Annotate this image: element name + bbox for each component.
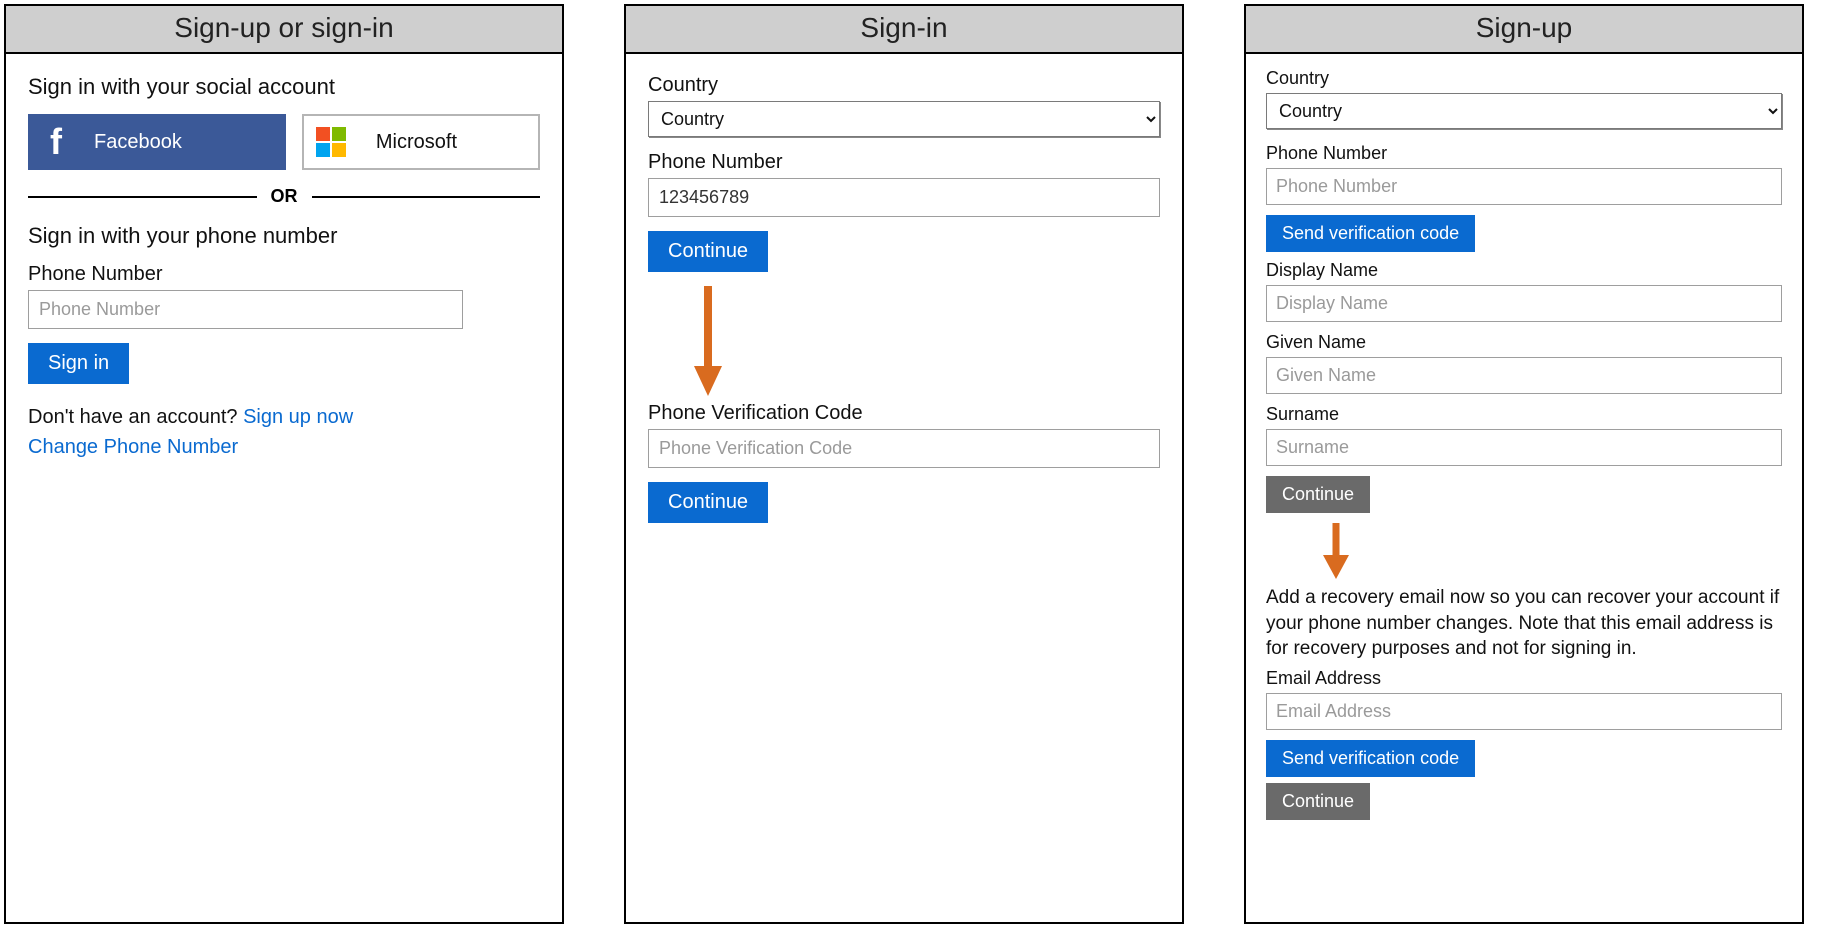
phone-signin-heading: Sign in with your phone number xyxy=(28,223,540,249)
panel-signin: Sign-in Country Country Phone Number Con… xyxy=(624,4,1184,924)
social-signin-heading: Sign in with your social account xyxy=(28,74,540,100)
verification-code-input[interactable] xyxy=(648,429,1160,468)
surname-input[interactable] xyxy=(1266,429,1782,466)
country-label: Country xyxy=(648,74,1160,97)
flow-arrow-icon xyxy=(1316,523,1356,579)
or-label: OR xyxy=(257,186,312,207)
verification-code-label: Phone Verification Code xyxy=(648,402,1160,425)
email-input[interactable] xyxy=(1266,693,1782,730)
microsoft-icon xyxy=(316,127,346,157)
flow-arrow-icon xyxy=(688,286,728,396)
given-name-input[interactable] xyxy=(1266,357,1782,394)
panel-title: Sign-up or sign-in xyxy=(6,6,562,54)
country-label: Country xyxy=(1266,68,1782,89)
phone-label: Phone Number xyxy=(648,151,1160,174)
panel-title: Sign-up xyxy=(1246,6,1802,54)
facebook-button[interactable]: f Facebook xyxy=(28,114,286,170)
facebook-icon: f xyxy=(40,124,72,160)
signup-now-link[interactable]: Sign up now xyxy=(243,406,353,428)
country-select[interactable]: Country xyxy=(1266,93,1782,129)
surname-label: Surname xyxy=(1266,404,1782,425)
continue-button-final[interactable]: Continue xyxy=(1266,783,1370,820)
change-phone-link[interactable]: Change Phone Number xyxy=(28,436,238,458)
signin-button[interactable]: Sign in xyxy=(28,343,129,384)
continue-button-step1[interactable]: Continue xyxy=(648,231,768,272)
send-code-button-phone[interactable]: Send verification code xyxy=(1266,215,1475,252)
given-name-label: Given Name xyxy=(1266,332,1782,353)
send-code-button-email[interactable]: Send verification code xyxy=(1266,740,1475,777)
or-divider: OR xyxy=(28,186,540,207)
email-label: Email Address xyxy=(1266,668,1782,689)
panel-title: Sign-in xyxy=(626,6,1182,54)
phone-input[interactable] xyxy=(28,290,463,329)
display-name-input[interactable] xyxy=(1266,285,1782,322)
country-select[interactable]: Country xyxy=(648,101,1160,137)
recovery-email-note: Add a recovery email now so you can reco… xyxy=(1266,585,1782,662)
panel-signup: Sign-up Country Country Phone Number Sen… xyxy=(1244,4,1804,924)
continue-button-step2[interactable]: Continue xyxy=(648,482,768,523)
microsoft-button-label: Microsoft xyxy=(376,131,457,154)
microsoft-button[interactable]: Microsoft xyxy=(302,114,540,170)
facebook-button-label: Facebook xyxy=(94,131,182,154)
continue-button-profile[interactable]: Continue xyxy=(1266,476,1370,513)
phone-label: Phone Number xyxy=(28,263,540,286)
no-account-text: Don't have an account? xyxy=(28,406,243,428)
display-name-label: Display Name xyxy=(1266,260,1782,281)
panel-signup-or-signin: Sign-up or sign-in Sign in with your soc… xyxy=(4,4,564,924)
phone-label: Phone Number xyxy=(1266,143,1782,164)
phone-input[interactable] xyxy=(1266,168,1782,205)
phone-input[interactable] xyxy=(648,178,1160,217)
